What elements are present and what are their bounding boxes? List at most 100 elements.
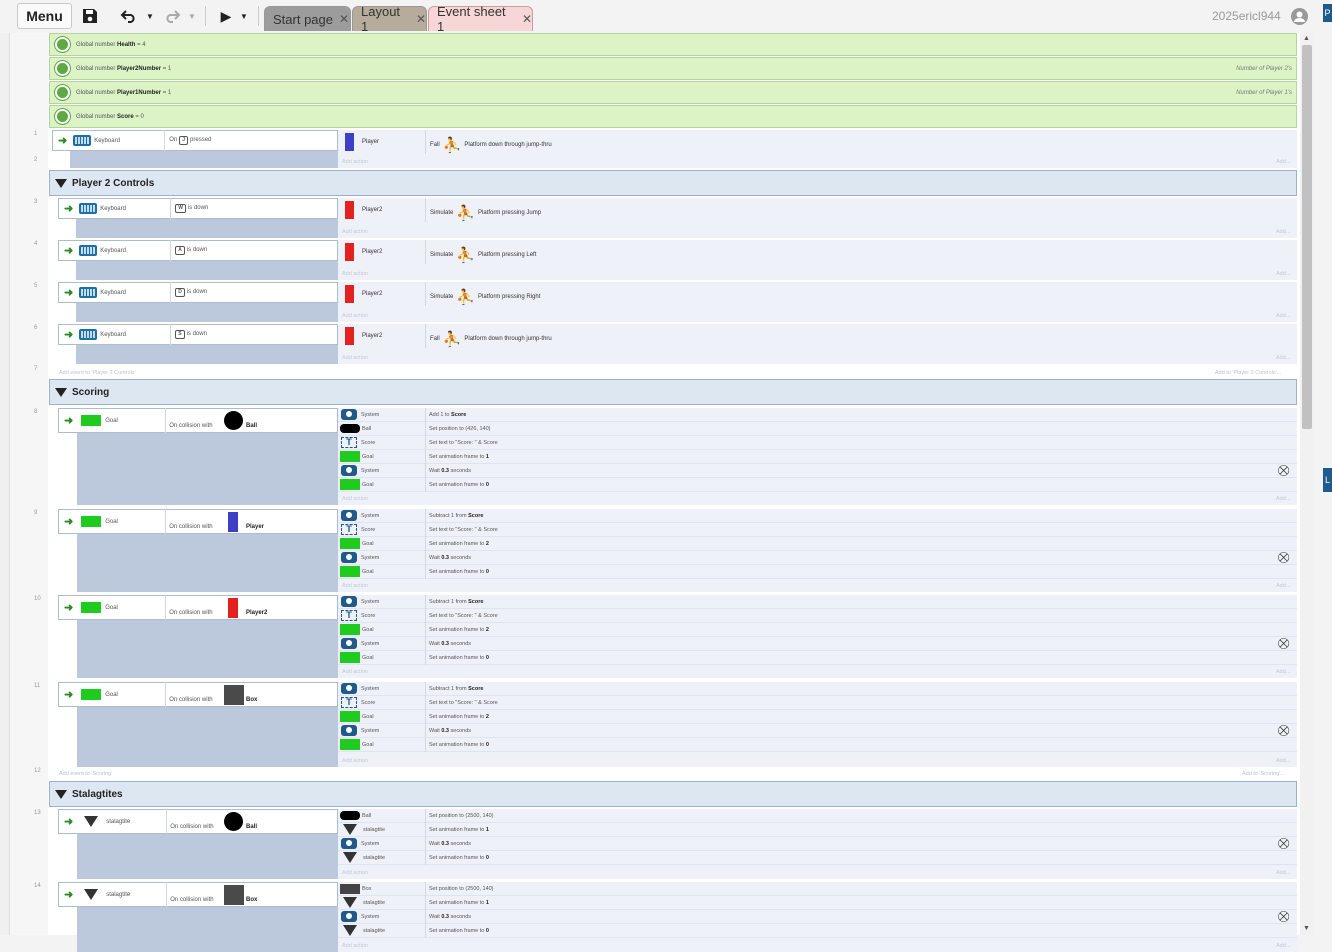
scroll-up-icon[interactable]: ▲ xyxy=(1303,35,1310,42)
tab-layout-1[interactable]: Layout 1 ✕ xyxy=(352,4,427,34)
action-row[interactable]: T Score Set text to "Score: " & Score xyxy=(338,695,1297,710)
user-name[interactable]: 2025ericl944 xyxy=(1212,9,1281,23)
tab-start-page[interactable]: Start page ✕ xyxy=(264,6,351,31)
action-row[interactable]: stalagtite Set animation frame to 0 xyxy=(338,850,1297,865)
condition-add-area[interactable] xyxy=(76,344,338,364)
redo-button[interactable] xyxy=(161,3,183,29)
event-group-header[interactable]: Scoring xyxy=(49,379,1297,405)
action-row[interactable]: stalagtite Set animation frame to 1 xyxy=(338,822,1297,837)
action-row[interactable]: Player Fall ⛹ Platform down through jump-th… xyxy=(338,130,1297,154)
global-variable-row[interactable]: Global number Player1Number = 1 Number of… xyxy=(49,81,1297,104)
add-to-group-link[interactable]: Add to 'Player 2 Controls'... xyxy=(1215,370,1281,376)
right-panel-tab-l[interactable]: L xyxy=(1323,468,1332,492)
condition-add-area[interactable] xyxy=(77,833,338,879)
save-button[interactable] xyxy=(79,3,101,29)
event-condition[interactable]: ➜ Keyboard Sis down xyxy=(58,324,338,345)
add-action-link[interactable]: Add action xyxy=(342,943,368,949)
preview-button[interactable]: ▶ xyxy=(216,3,236,29)
add-action-link[interactable]: Add action xyxy=(342,870,368,876)
add-more-link[interactable]: Add... xyxy=(1276,355,1290,361)
action-row[interactable]: stalagtite Set animation frame to 1 xyxy=(338,895,1297,910)
redo-dropdown-icon[interactable]: ▼ xyxy=(186,3,198,29)
add-event-link[interactable]: Add event to 'Scoring' xyxy=(59,771,112,777)
add-to-group-link[interactable]: Add to 'Scoring'... xyxy=(1242,771,1285,777)
action-row[interactable]: Ball Set position to (2500, 140) xyxy=(338,808,1297,823)
action-row[interactable]: Goal Set animation frame to 0 xyxy=(338,650,1297,665)
add-action-link[interactable]: Add action xyxy=(342,313,368,319)
add-action-link[interactable]: Add action xyxy=(342,758,368,764)
action-row[interactable]: System Subtract 1 from Score xyxy=(338,594,1297,609)
event-condition[interactable]: ➜ Keyboard Ais down xyxy=(58,240,338,261)
event-condition[interactable]: ➜ Goal On collision with xyxy=(58,509,338,534)
close-icon[interactable]: ✕ xyxy=(339,12,349,26)
event-condition[interactable]: ➜ Goal On collision with xyxy=(58,682,338,707)
global-variable-row[interactable]: Global number Player2Number = 1 Number of… xyxy=(49,57,1297,80)
event-condition[interactable]: ➜ Goal On collision with xyxy=(58,408,338,433)
user-avatar-icon[interactable] xyxy=(1290,7,1308,25)
add-action-link[interactable]: Add action xyxy=(342,583,368,589)
add-more-link[interactable]: Add... xyxy=(1276,669,1290,675)
action-row[interactable]: Player2 Fall ⛹ Platform down through jump-t… xyxy=(338,324,1297,348)
condition-add-area[interactable] xyxy=(76,218,338,238)
add-action-link[interactable]: Add action xyxy=(342,229,368,235)
add-more-link[interactable]: Add... xyxy=(1276,271,1290,277)
action-row[interactable]: Ball Set position to (426, 140) xyxy=(338,421,1297,436)
action-row[interactable]: Goal Set animation frame to 1 xyxy=(338,449,1297,464)
condition-add-area[interactable] xyxy=(76,260,338,280)
action-row[interactable]: T Score Set text to "Score: " & Score xyxy=(338,522,1297,537)
action-row[interactable]: Goal Set animation frame to 0 xyxy=(338,477,1297,492)
add-more-link[interactable]: Add... xyxy=(1276,159,1290,165)
action-row[interactable]: Player2 Simulate ⛹ Platform pressing Jump xyxy=(338,198,1297,222)
action-row[interactable]: T Score Set text to "Score: " & Score xyxy=(338,435,1297,450)
add-more-link[interactable]: Add... xyxy=(1276,313,1290,319)
collapse-triangle-icon[interactable] xyxy=(55,178,67,188)
event-condition[interactable]: ➜ Keyboard On Jpressed xyxy=(52,130,338,151)
add-more-link[interactable]: Add... xyxy=(1276,758,1290,764)
add-action-link[interactable]: Add action xyxy=(342,496,368,502)
collapse-triangle-icon[interactable] xyxy=(55,789,67,799)
add-more-link[interactable]: Add... xyxy=(1276,229,1290,235)
action-row[interactable]: Player2 Simulate ⛹ Platform pressing Left xyxy=(338,240,1297,264)
event-condition[interactable]: ➜ Keyboard Wis down xyxy=(58,198,338,219)
close-icon[interactable]: ✕ xyxy=(416,12,426,26)
event-condition[interactable]: ➜ Keyboard Dis down xyxy=(58,282,338,303)
event-group-header[interactable]: Player 2 Controls xyxy=(49,170,1297,196)
add-more-link[interactable]: Add... xyxy=(1276,870,1290,876)
action-row[interactable]: stalagtite Set animation frame to 0 xyxy=(338,923,1297,938)
right-panel-tab-p[interactable]: P xyxy=(1323,4,1332,22)
add-more-link[interactable]: Add... xyxy=(1276,583,1290,589)
condition-add-area[interactable] xyxy=(70,150,338,168)
condition-add-area[interactable] xyxy=(77,619,338,678)
action-row[interactable]: Goal Set animation frame to 0 xyxy=(338,737,1297,752)
action-row[interactable]: System Wait 0.3 seconds xyxy=(338,723,1297,738)
global-variable-row[interactable]: Global number Health = 4 xyxy=(49,33,1297,56)
event-condition[interactable]: ➜ stalagtite On collision with xyxy=(58,809,338,834)
action-row[interactable]: T Score Set text to "Score: " & Score xyxy=(338,608,1297,623)
action-row[interactable]: System Add 1 to Score xyxy=(338,407,1297,422)
condition-add-area[interactable] xyxy=(76,302,338,322)
add-more-link[interactable]: Add... xyxy=(1276,496,1290,502)
global-variable-row[interactable]: Global number Score = 0 xyxy=(49,105,1297,128)
event-condition[interactable]: ➜ Goal On collision with xyxy=(58,595,338,620)
add-event-link[interactable]: Add event to 'Player 2 Controls' xyxy=(59,370,136,376)
condition-add-area[interactable] xyxy=(77,706,338,767)
collapse-triangle-icon[interactable] xyxy=(55,387,67,397)
action-row[interactable]: System Wait 0.3 seconds xyxy=(338,836,1297,851)
close-icon[interactable]: ✕ xyxy=(522,12,532,26)
action-row[interactable]: System Wait 0.3 seconds xyxy=(338,463,1297,478)
action-row[interactable]: System Wait 0.3 seconds xyxy=(338,550,1297,565)
action-row[interactable]: System Subtract 1 from Score xyxy=(338,508,1297,523)
condition-add-area[interactable] xyxy=(77,533,338,592)
condition-add-area[interactable] xyxy=(77,432,338,505)
add-action-link[interactable]: Add action xyxy=(342,159,368,165)
add-action-link[interactable]: Add action xyxy=(342,669,368,675)
action-row[interactable]: Box Set position to (2500, 140) xyxy=(338,881,1297,896)
scroll-down-icon[interactable]: ▼ xyxy=(1303,925,1310,932)
undo-button[interactable] xyxy=(118,3,140,29)
action-row[interactable]: Goal Set animation frame to 0 xyxy=(338,564,1297,579)
tab-event-sheet-1[interactable]: Event sheet 1 ✕ xyxy=(428,4,533,34)
event-group-header[interactable]: Stalagtites xyxy=(49,781,1297,807)
action-row[interactable]: Player2 Simulate ⛹ Platform pressing Right xyxy=(338,282,1297,306)
menu-button[interactable]: Menu xyxy=(17,3,72,29)
preview-dropdown-icon[interactable]: ▼ xyxy=(238,3,250,29)
